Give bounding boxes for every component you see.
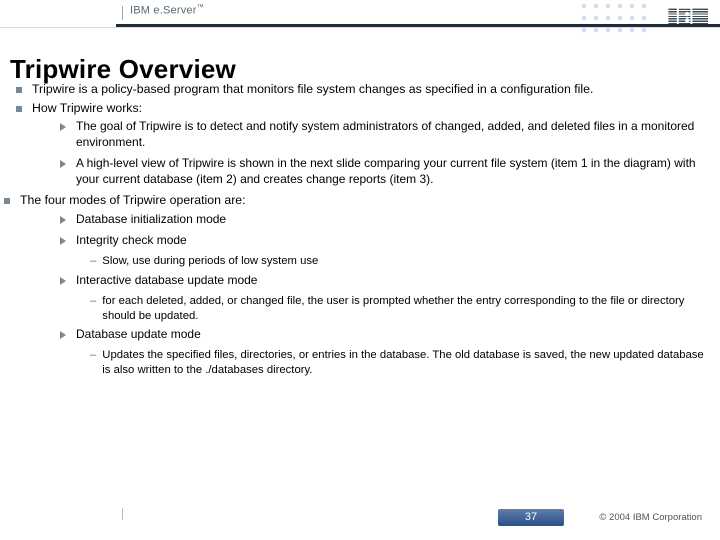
sub-sub-list: – Updates the specified files, directori…	[90, 348, 710, 377]
copyright-text: © 2004 IBM Corporation	[599, 512, 702, 523]
arrow-bullet-icon	[60, 123, 66, 131]
slide-content: Tripwire Overview Tripwire is a policy-b…	[12, 54, 710, 381]
list-item: Database initialization mode	[60, 212, 710, 227]
page-number-badge: 37	[498, 509, 564, 526]
list-item: Interactive database update mode	[60, 273, 710, 288]
list-text: The four modes of Tripwire operation are…	[20, 193, 246, 209]
list-item: Integrity check mode	[60, 233, 710, 248]
footer-tick	[122, 508, 123, 520]
sub-sub-list: – for each deleted, added, or changed fi…	[90, 294, 710, 323]
brand-tm: ™	[197, 4, 204, 11]
arrow-bullet-icon	[60, 160, 66, 168]
footer-bar: 37 © 2004 IBM Corporation	[0, 498, 720, 540]
sub-list: Database initialization mode Integrity c…	[60, 212, 710, 378]
bullet-list: Tripwire is a policy-based program that …	[12, 82, 710, 377]
list-text: How Tripwire works:	[32, 101, 142, 117]
list-item: How Tripwire works:	[16, 101, 710, 117]
list-text: Integrity check mode	[76, 233, 187, 248]
brand-label: IBM e.Server™	[130, 4, 204, 17]
list-text: Database initialization mode	[76, 212, 226, 227]
square-bullet-icon	[16, 87, 22, 93]
square-bullet-icon	[16, 106, 22, 112]
list-item: The goal of Tripwire is to detect and no…	[60, 119, 710, 150]
header-rule	[0, 24, 720, 27]
list-item: – for each deleted, added, or changed fi…	[90, 294, 710, 323]
decorative-dots	[578, 0, 648, 34]
brand-text: IBM e.Server	[130, 5, 197, 17]
header-bar: IBM e.Server™	[0, 0, 720, 34]
header-right	[578, 0, 708, 34]
dash-bullet-icon: –	[90, 348, 96, 362]
list-item: – Updates the specified files, directori…	[90, 348, 710, 377]
dash-bullet-icon: –	[90, 294, 96, 308]
arrow-bullet-icon	[60, 216, 66, 224]
list-text: for each deleted, added, or changed file…	[102, 294, 710, 323]
list-item: – Slow, use during periods of low system…	[90, 254, 710, 268]
list-text: A high-level view of Tripwire is shown i…	[76, 156, 710, 187]
list-text: Updates the specified files, directories…	[102, 348, 710, 377]
list-text: The goal of Tripwire is to detect and no…	[76, 119, 710, 150]
header-tick	[122, 6, 123, 20]
list-item: Database update mode	[60, 327, 710, 342]
list-text: Interactive database update mode	[76, 273, 257, 288]
arrow-bullet-icon	[60, 331, 66, 339]
list-item: The four modes of Tripwire operation are…	[4, 193, 710, 209]
list-item: Tripwire is a policy-based program that …	[16, 82, 710, 98]
sub-sub-list: – Slow, use during periods of low system…	[90, 254, 710, 268]
ibm-logo-icon	[668, 9, 708, 26]
arrow-bullet-icon	[60, 237, 66, 245]
list-text: Database update mode	[76, 327, 201, 342]
list-text: Slow, use during periods of low system u…	[102, 254, 318, 268]
list-text: Tripwire is a policy-based program that …	[32, 82, 593, 98]
square-bullet-icon	[4, 198, 10, 204]
dash-bullet-icon: –	[90, 254, 96, 268]
arrow-bullet-icon	[60, 277, 66, 285]
page-title: Tripwire Overview	[10, 54, 710, 85]
list-item: A high-level view of Tripwire is shown i…	[60, 156, 710, 187]
sub-list: The goal of Tripwire is to detect and no…	[60, 119, 710, 186]
